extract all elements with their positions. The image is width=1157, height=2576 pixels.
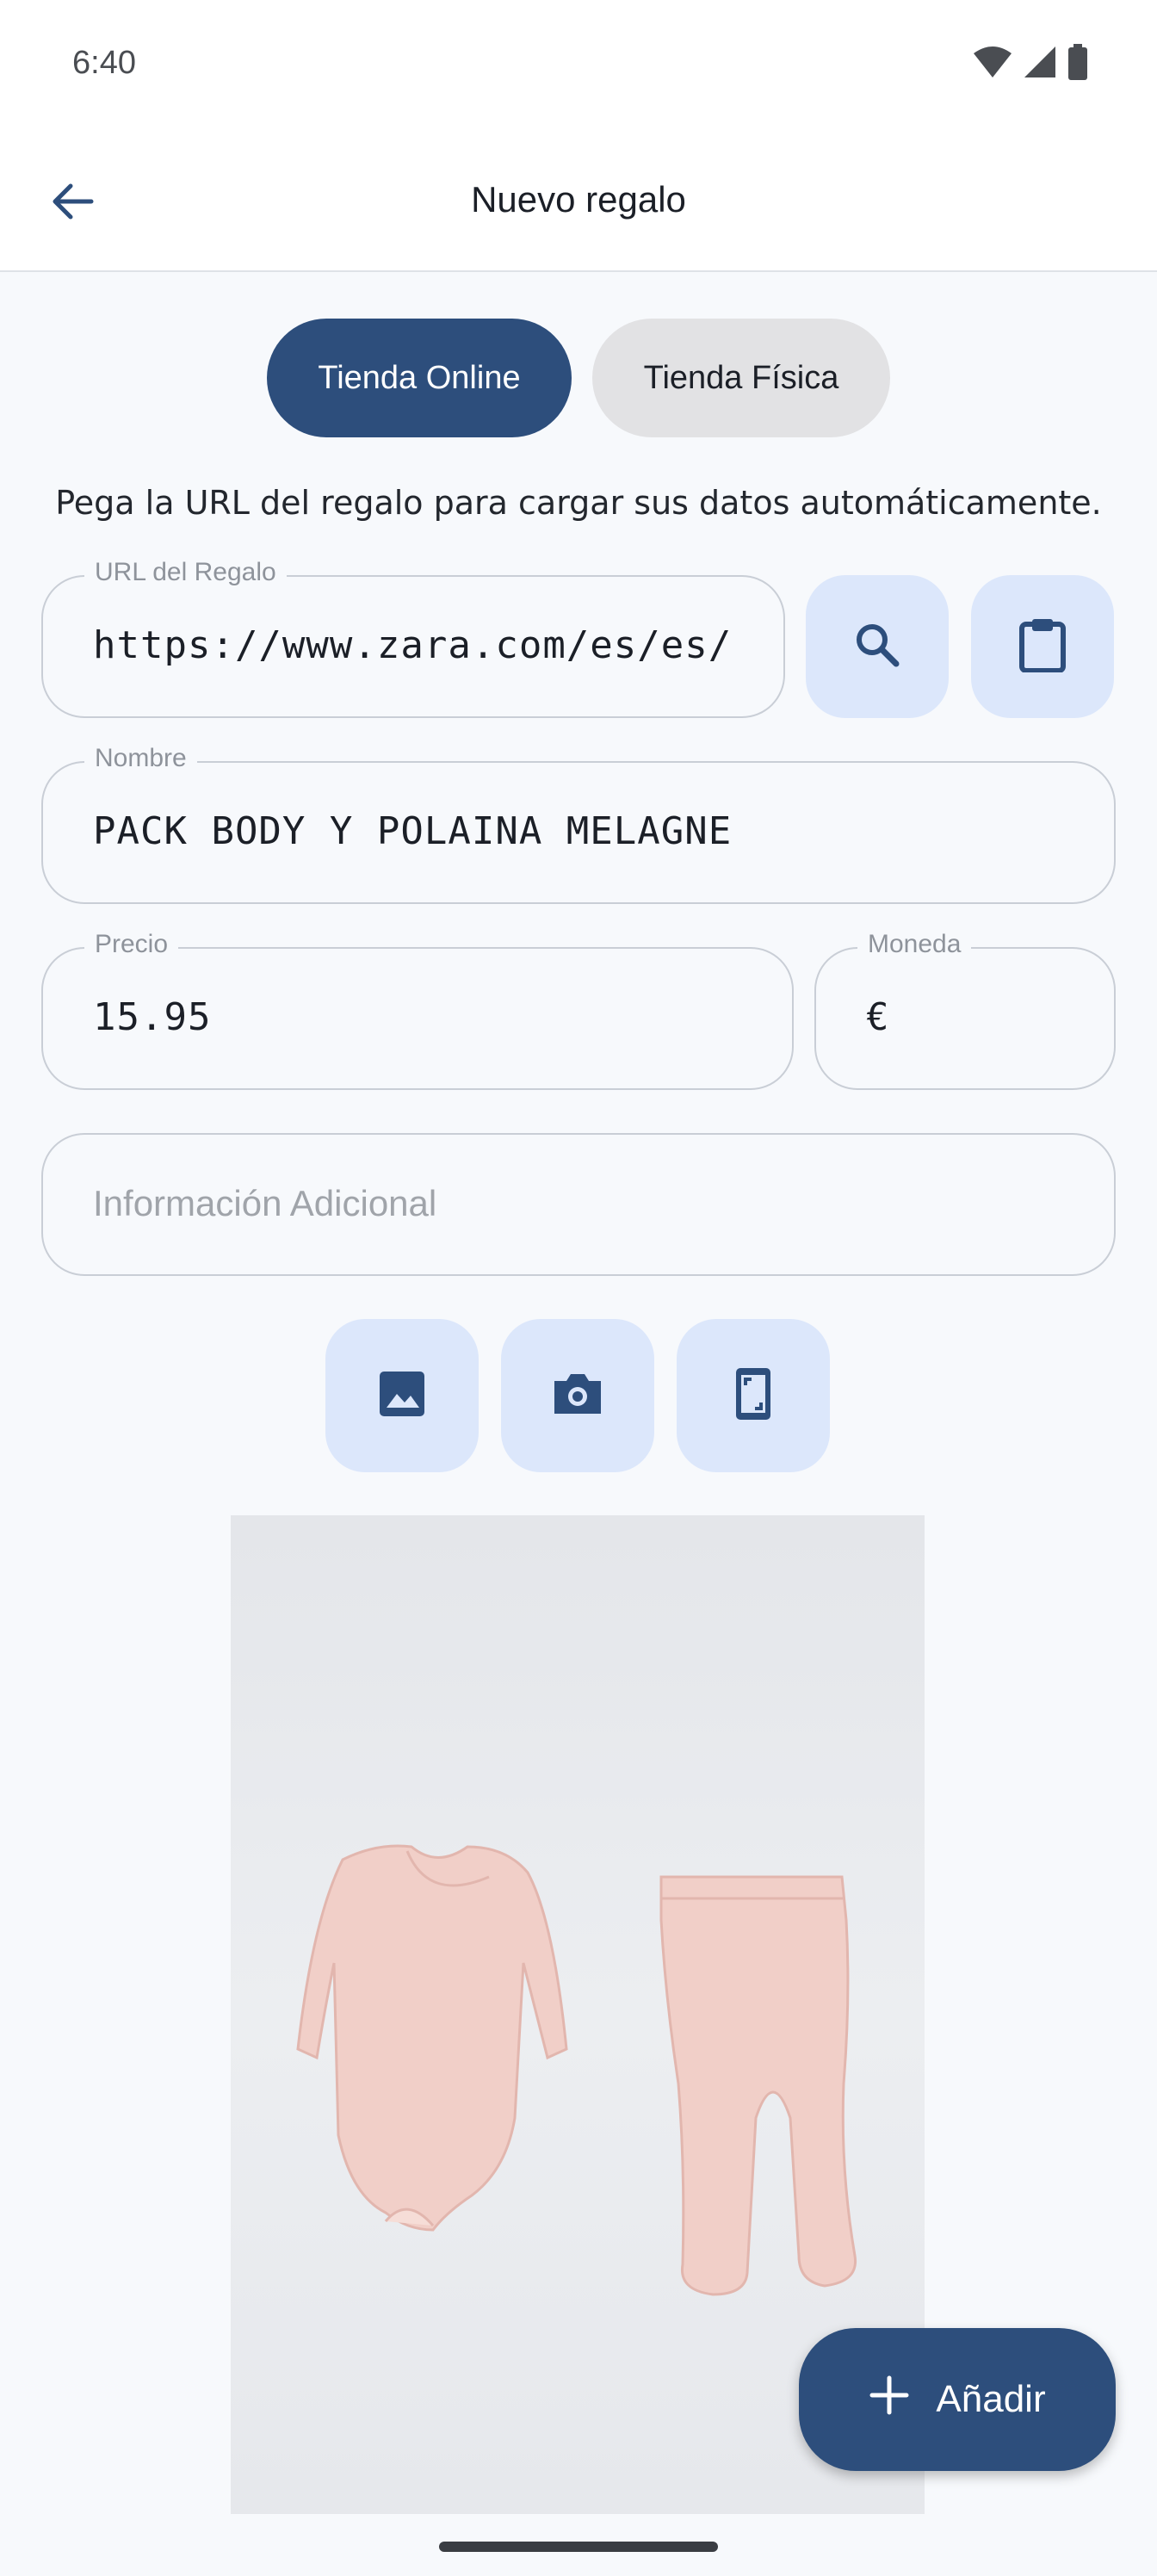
paste-url-button[interactable] [971,575,1114,718]
app-bar: Nuevo regalo [0,129,1157,272]
add-button-label: Añadir [936,2378,1046,2420]
plus-icon [869,2375,910,2425]
camera-icon [551,1371,604,1421]
additional-info-field[interactable]: Información Adicional [41,1133,1116,1276]
search-url-button[interactable] [806,575,949,718]
battery-icon [1067,44,1088,84]
take-photo-button[interactable] [501,1319,654,1472]
status-time: 6:40 [72,45,136,81]
image-icon [378,1370,426,1421]
home-indicator[interactable] [439,2542,718,2552]
add-gift-button[interactable]: Añadir [799,2328,1116,2471]
page-title: Nuevo regalo [471,179,686,220]
name-field[interactable]: Nombre PACK BODY Y POLAINA MELAGNE [41,744,1116,904]
store-type-toggle: Tienda Online Tienda Física [0,319,1157,437]
wifi-icon [973,45,1012,83]
screenshot-button[interactable] [677,1319,830,1472]
status-icons [973,44,1088,84]
tab-physical-store[interactable]: Tienda Física [592,319,890,437]
currency-field[interactable]: Moneda € [814,930,1116,1090]
price-field-value: 15.95 [93,995,212,1039]
currency-field-label: Moneda [857,930,972,959]
tab-online-store[interactable]: Tienda Online [267,319,572,437]
name-field-label: Nombre [84,744,197,773]
screenshot-icon [734,1366,772,1425]
signal-icon [1023,45,1057,83]
url-field-label: URL del Regalo [84,558,287,587]
status-bar: 6:40 [0,0,1157,129]
url-field[interactable]: URL del Regalo https://www.zara.com/es/e… [41,558,785,718]
name-field-value: PACK BODY Y POLAINA MELAGNE [93,809,733,853]
currency-field-value: € [866,995,890,1039]
clipboard-icon [1017,617,1068,676]
pick-gallery-image-button[interactable] [325,1319,479,1472]
url-field-value: https://www.zara.com/es/es/pack-body-y-p… [93,623,733,667]
search-icon [851,619,903,674]
price-field-label: Precio [84,930,179,959]
additional-info-placeholder: Información Adicional [93,1183,437,1223]
price-field[interactable]: Precio 15.95 [41,930,794,1090]
helper-text: Pega la URL del regalo para cargar sus d… [55,484,1102,522]
